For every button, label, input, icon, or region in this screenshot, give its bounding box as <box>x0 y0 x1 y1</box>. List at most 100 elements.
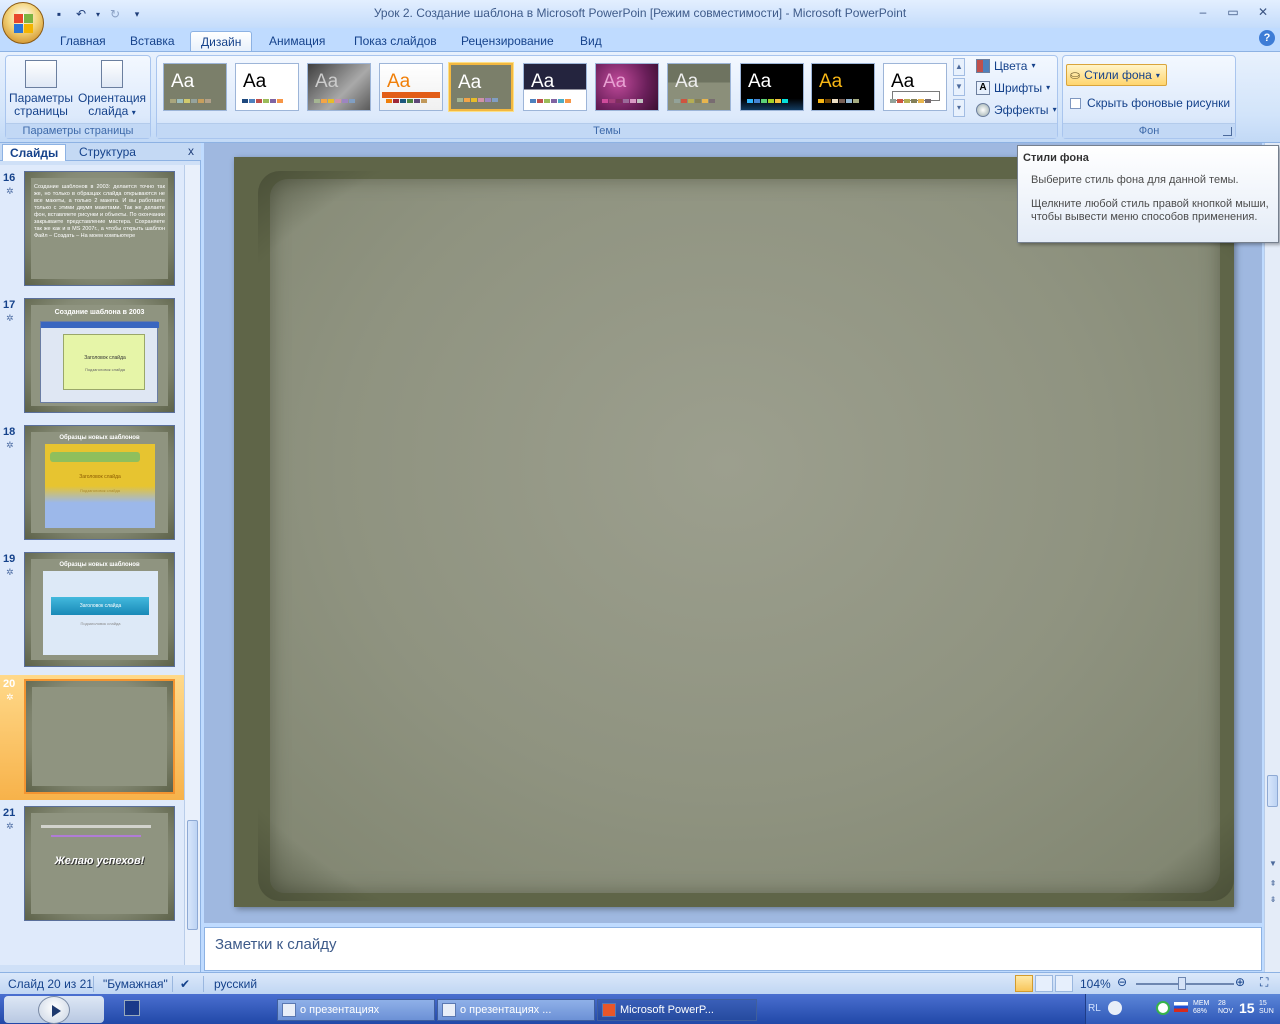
tab-view[interactable]: Вид <box>570 31 612 52</box>
theme-1[interactable]: Aa <box>163 63 227 111</box>
chevron-down-icon: ▾ <box>1155 70 1160 80</box>
themes-scroll-down-icon[interactable]: ▼ <box>953 78 965 96</box>
flag-icon[interactable] <box>1174 1002 1188 1012</box>
themes-group-label: Темы <box>157 123 1057 138</box>
background-styles-button[interactable]: ⛀ Стили фона ▾ <box>1066 64 1167 86</box>
orientation-icon <box>101 60 123 88</box>
chevron-down-icon: ▾ <box>1031 61 1036 70</box>
tab-outline[interactable]: Структура <box>72 144 143 161</box>
close-icon[interactable]: x <box>188 144 194 158</box>
chevron-down-icon: ▾ <box>1052 105 1057 114</box>
scroll-thumb[interactable] <box>187 820 198 930</box>
slide-notes[interactable]: Заметки к слайду <box>204 927 1262 971</box>
orientation-label: Ориентация слайда <box>77 91 147 118</box>
page-setup-label: Параметры страницы <box>9 91 73 118</box>
scroll-down-icon[interactable]: ▼ <box>1267 857 1279 871</box>
maximize-icon[interactable]: ▭ <box>1222 3 1244 21</box>
animation-star-icon: ✲ <box>6 821 14 831</box>
slide-thumb-17[interactable]: 17 ✲ Создание шаблона в 2003 Заголовок с… <box>0 296 184 421</box>
play-icon <box>38 996 70 1024</box>
tab-insert[interactable]: Вставка <box>120 31 185 52</box>
start-button[interactable] <box>4 996 104 1024</box>
network-icon[interactable] <box>1156 1001 1170 1015</box>
slides-pane: Слайды Структура x 16 ✲ Создание шаблоно… <box>0 143 201 972</box>
theme-fonts-button[interactable]: A Шрифты ▾ <box>976 79 1050 97</box>
tab-home[interactable]: Главная <box>50 31 116 52</box>
slide-orientation-button[interactable]: Ориентация слайда ▾ <box>76 60 148 119</box>
title-bar: ▪ ↶ ▾ ↻ ▾ Урок 2. Создание шаблона в Mic… <box>0 0 1280 28</box>
tab-slides[interactable]: Слайды <box>2 144 67 161</box>
slides-pane-tabs: Слайды Структура x <box>0 143 201 161</box>
themes-scroll-up-icon[interactable]: ▲ <box>953 58 965 76</box>
page-setup-button[interactable]: Параметры страницы <box>8 60 74 118</box>
clock[interactable]: 15 <box>1239 1000 1255 1016</box>
slide-sorter-view-button[interactable] <box>1035 975 1053 992</box>
chevron-down-icon: ▾ <box>1046 83 1051 92</box>
language-indicator[interactable]: русский <box>214 977 257 991</box>
page-setup-icon <box>25 60 57 88</box>
slide-counter: Слайд 20 из 21 <box>8 977 93 991</box>
font-a-icon: A <box>976 81 990 95</box>
slide-thumb-16[interactable]: 16 ✲ Создание шаблонов в 2003: делается … <box>0 169 184 294</box>
next-slide-icon[interactable]: ⇟ <box>1267 893 1279 907</box>
chevron-down-icon: ▾ <box>131 108 136 117</box>
slide-thumb-20[interactable]: 20 ✲ <box>0 675 184 800</box>
slideshow-view-button[interactable] <box>1055 975 1073 992</box>
office-button[interactable] <box>2 2 44 44</box>
hide-background-checkbox[interactable] <box>1070 97 1081 109</box>
fit-to-window-icon[interactable]: ⛶ <box>1260 975 1268 990</box>
theme-10[interactable]: Aa <box>811 63 875 111</box>
theme-colors-button[interactable]: Цвета ▾ <box>976 57 1035 75</box>
zoom-level[interactable]: 104% <box>1080 977 1111 991</box>
tab-slideshow[interactable]: Показ слайдов <box>344 31 447 52</box>
lang-indicator[interactable]: RL <box>1088 1003 1101 1014</box>
normal-view-button[interactable] <box>1015 975 1033 992</box>
minimize-icon[interactable]: – <box>1192 3 1214 21</box>
slide-thumb-18[interactable]: 18 ✲ Образцы новых шаблонов Заголовок сл… <box>0 423 184 548</box>
close-icon[interactable]: ✕ <box>1252 3 1274 21</box>
slide-thumb-19[interactable]: 19 ✲ Образцы новых шаблонов Заголовок сл… <box>0 550 184 675</box>
themes-more-icon[interactable]: ▾ <box>953 99 965 117</box>
taskbar-item-3[interactable]: Microsoft PowerP... <box>597 999 757 1021</box>
zoom-out-icon[interactable]: ⊖ <box>1117 975 1127 989</box>
theme-2[interactable]: Aa <box>235 63 299 111</box>
help-icon[interactable]: ? <box>1259 30 1275 46</box>
quick-launch-icon[interactable] <box>124 1000 140 1016</box>
slide-thumb-21[interactable]: 21 ✲ Желаю успехов! <box>0 804 184 929</box>
theme-11[interactable]: Aa <box>883 63 947 111</box>
theme-8[interactable]: Aa <box>667 63 731 111</box>
tab-review[interactable]: Рецензирование <box>451 31 564 52</box>
tab-animation[interactable]: Анимация <box>259 31 335 52</box>
theme-effects-button[interactable]: Эффекты ▾ <box>976 101 1057 119</box>
animation-star-icon: ✲ <box>6 313 14 323</box>
animation-star-icon: ✲ <box>6 440 14 450</box>
theme-9[interactable]: Aa <box>740 63 804 111</box>
tab-design[interactable]: Дизайн <box>190 31 253 52</box>
zoom-in-icon[interactable]: ⊕ <box>1235 975 1245 989</box>
current-slide[interactable] <box>234 157 1234 907</box>
palette-icon <box>976 59 990 73</box>
slide-vertical-scrollbar[interactable]: ▼ ⇞ ⇟ <box>1264 143 1280 972</box>
theme-3[interactable]: Aa <box>307 63 371 111</box>
slides-pane-scrollbar[interactable] <box>184 165 200 965</box>
scroll-thumb[interactable] <box>1267 775 1278 807</box>
zoom-slider-knob[interactable] <box>1178 977 1186 990</box>
spellcheck-icon[interactable]: ✔ <box>180 977 190 991</box>
previous-slide-icon[interactable]: ⇞ <box>1267 877 1279 891</box>
office-logo-icon <box>14 14 34 34</box>
powerpoint-icon <box>602 1003 616 1017</box>
hide-background-option[interactable]: Скрыть фоновые рисунки <box>1070 96 1230 110</box>
theme-4[interactable]: Aa <box>379 63 443 111</box>
page-setup-group: Параметры страницы Ориентация слайда ▾ П… <box>5 55 151 139</box>
theme-name: "Бумажная" <box>103 977 168 991</box>
animation-star-icon: ✲ <box>6 186 14 196</box>
theme-5-current[interactable]: Aa <box>449 63 513 111</box>
theme-7[interactable]: Aa <box>595 63 659 111</box>
taskbar-item-1[interactable]: о презентациях <box>277 999 435 1021</box>
taskbar-item-2[interactable]: о презентациях ... <box>437 999 595 1021</box>
effects-icon <box>976 103 990 117</box>
dialog-launcher-icon[interactable] <box>1223 127 1232 136</box>
volume-icon[interactable] <box>1108 1001 1122 1015</box>
slide-torn-edge <box>258 171 1234 901</box>
theme-6[interactable]: Aa <box>523 63 587 111</box>
